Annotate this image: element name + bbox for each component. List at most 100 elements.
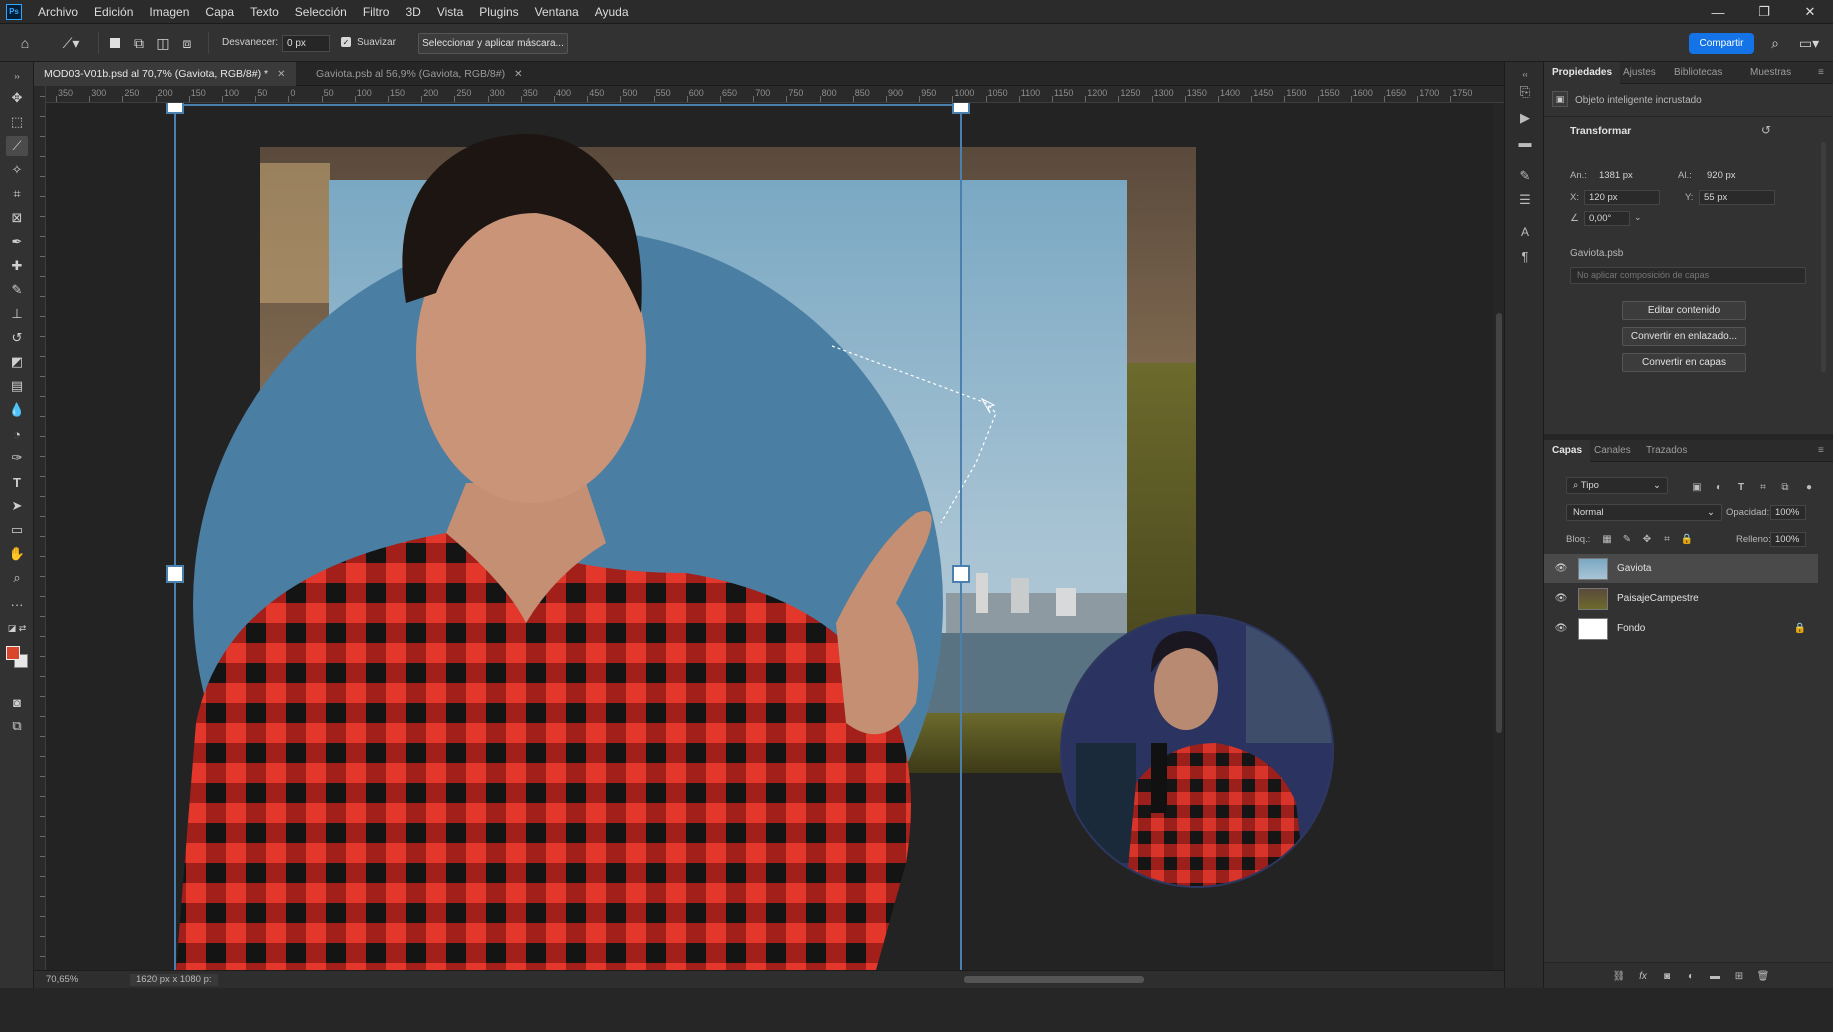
share-button[interactable]: Compartir <box>1689 33 1754 54</box>
collapse-icon[interactable]: ›› <box>6 66 28 86</box>
foreground-color-swatch[interactable] <box>6 646 20 660</box>
width-value[interactable]: 1381 px <box>1599 170 1633 181</box>
add-mask-icon[interactable]: ◙ <box>1660 969 1674 983</box>
document-size[interactable]: 1620 px x 1080 p: <box>130 974 218 986</box>
height-value[interactable]: 920 px <box>1707 170 1736 181</box>
blur-tool-icon[interactable]: 💧 <box>6 400 28 420</box>
transform-handle-right[interactable] <box>952 565 970 583</box>
character-icon[interactable]: A <box>1514 222 1536 242</box>
reset-transform-icon[interactable]: ↺ <box>1761 123 1771 137</box>
tab-canales[interactable]: Canales <box>1586 440 1639 462</box>
tab-bibliotecas[interactable]: Bibliotecas <box>1666 62 1730 84</box>
chevron-down-icon[interactable]: ⌄ <box>1634 212 1642 223</box>
minimize-button[interactable]: — <box>1695 0 1741 24</box>
lasso-tool-icon[interactable]: ⟋ <box>6 136 28 156</box>
more-tools-icon[interactable]: ··· <box>6 594 28 614</box>
opacity-input[interactable]: 100% <box>1770 505 1806 520</box>
y-input[interactable]: 55 px <box>1699 190 1775 205</box>
tab-capas[interactable]: Capas <box>1544 440 1591 462</box>
menu-texto[interactable]: Texto <box>242 0 287 24</box>
rectangle-tool-icon[interactable]: ▭ <box>6 520 28 540</box>
transform-handle-top-left[interactable] <box>166 103 184 114</box>
tab-propiedades[interactable]: Propiedades <box>1544 62 1621 84</box>
layer-fondo[interactable]: 👁 Fondo 🔒 <box>1544 614 1818 643</box>
dodge-tool-icon[interactable]: ◔ <box>6 424 28 444</box>
x-input[interactable]: 120 px <box>1584 190 1660 205</box>
filter-smart-object-icon[interactable]: ⧉ <box>1778 480 1792 494</box>
zoom-level[interactable]: 70,65% <box>46 974 78 985</box>
lock-position-icon[interactable]: ✥ <box>1640 532 1654 546</box>
comments-icon[interactable]: ▬ <box>1514 132 1536 152</box>
properties-scrollbar[interactable] <box>1821 142 1826 372</box>
tab-trazados[interactable]: Trazados <box>1638 440 1695 462</box>
collapse-icon[interactable]: ‹‹ <box>1514 64 1536 84</box>
menu-seleccion[interactable]: Selección <box>287 0 355 24</box>
feather-input[interactable] <box>282 35 330 52</box>
stamp-tool-icon[interactable]: ⊥ <box>6 304 28 324</box>
brush-tool-icon[interactable]: ✎ <box>6 280 28 300</box>
canvas-area[interactable] <box>46 103 1504 970</box>
convert-to-layers-button[interactable]: Convertir en capas <box>1622 353 1746 372</box>
close-icon[interactable]: ✕ <box>277 69 285 80</box>
lock-artboard-icon[interactable]: ⌗ <box>1660 532 1674 546</box>
eye-icon[interactable]: 👁 <box>1550 593 1572 604</box>
lock-all-icon[interactable]: 🔒 <box>1680 532 1694 546</box>
filter-type-icon[interactable]: T <box>1734 480 1748 494</box>
convert-to-linked-button[interactable]: Convertir en enlazado... <box>1622 327 1746 346</box>
tab-ajustes[interactable]: Ajustes <box>1615 62 1664 84</box>
eye-icon[interactable]: 👁 <box>1550 623 1572 634</box>
intersect-selection-icon[interactable]: ⧈ <box>176 33 198 53</box>
subtract-selection-icon[interactable]: ◫ <box>152 33 174 53</box>
link-layers-icon[interactable]: ⛓ <box>1612 969 1626 983</box>
tab-muestras[interactable]: Muestras <box>1742 62 1799 84</box>
angle-input[interactable]: 0,00° <box>1584 211 1630 226</box>
lock-pixels-icon[interactable]: ✎ <box>1620 532 1634 546</box>
layer-filter-select[interactable]: ⌕ Tipo ⌄ <box>1566 477 1668 494</box>
adjustment-layer-icon[interactable]: ◐ <box>1684 969 1698 983</box>
type-tool-icon[interactable]: T <box>6 472 28 492</box>
path-selection-icon[interactable]: ➤ <box>6 496 28 516</box>
workspace-icon[interactable]: ▭▾ <box>1792 33 1826 53</box>
menu-ayuda[interactable]: Ayuda <box>587 0 637 24</box>
history-brush-icon[interactable]: ↺ <box>6 328 28 348</box>
filter-pixel-icon[interactable]: ▣ <box>1690 480 1704 494</box>
layer-paisaje[interactable]: 👁 PaisajeCampestre <box>1544 584 1818 613</box>
fill-input[interactable]: 100% <box>1770 532 1806 547</box>
polygonal-lasso-preset-icon[interactable]: ⟋▾ <box>54 33 88 53</box>
filter-toggle-icon[interactable]: ● <box>1802 480 1816 494</box>
transform-handle-left[interactable] <box>166 565 184 583</box>
menu-ventana[interactable]: Ventana <box>527 0 587 24</box>
close-icon[interactable]: ✕ <box>514 69 522 80</box>
marquee-tool-icon[interactable]: ⬚ <box>6 112 28 132</box>
hand-tool-icon[interactable]: ✋ <box>6 544 28 564</box>
paragraph-icon[interactable]: ¶ <box>1514 246 1536 266</box>
eye-icon[interactable]: 👁 <box>1550 563 1572 574</box>
blend-mode-select[interactable]: Normal ⌄ <box>1566 504 1722 521</box>
home-icon[interactable]: ⌂ <box>14 33 36 53</box>
close-button[interactable]: ✕ <box>1787 0 1833 24</box>
document-canvas[interactable] <box>46 103 1504 970</box>
select-and-mask-button[interactable]: Seleccionar y aplicar máscara... <box>418 33 568 54</box>
filter-adjustment-icon[interactable]: ◐ <box>1712 480 1726 494</box>
menu-3d[interactable]: 3D <box>397 0 428 24</box>
add-selection-icon[interactable]: ⧉ <box>128 33 150 53</box>
menu-archivo[interactable]: Archivo <box>30 0 86 24</box>
menu-imagen[interactable]: Imagen <box>141 0 197 24</box>
adjustments-icon[interactable]: ☰ <box>1514 190 1536 210</box>
menu-vista[interactable]: Vista <box>429 0 471 24</box>
trash-icon[interactable]: 🗑 <box>1756 969 1770 983</box>
menu-plugins[interactable]: Plugins <box>471 0 526 24</box>
history-icon[interactable]: ⎘ <box>1514 82 1536 102</box>
horizontal-scrollbar[interactable] <box>964 976 1144 983</box>
tab-gaviota[interactable]: Gaviota.psb al 56,9% (Gaviota, RGB/8#) ✕ <box>306 62 532 86</box>
screen-mode-icon[interactable]: ⧉ <box>6 716 28 736</box>
default-colors-icon[interactable]: ◪ ⇄ <box>6 618 28 638</box>
transform-handle-top-right[interactable] <box>952 103 970 114</box>
quick-mask-icon[interactable]: ◙ <box>6 692 28 712</box>
fx-icon[interactable]: fx <box>1636 969 1650 983</box>
zoom-tool-icon[interactable]: ⌕ <box>6 568 28 588</box>
brushes-icon[interactable]: ✎ <box>1514 166 1536 186</box>
layer-gaviota[interactable]: 👁 Gaviota <box>1544 554 1818 583</box>
menu-filtro[interactable]: Filtro <box>355 0 398 24</box>
gradient-tool-icon[interactable]: ▤ <box>6 376 28 396</box>
